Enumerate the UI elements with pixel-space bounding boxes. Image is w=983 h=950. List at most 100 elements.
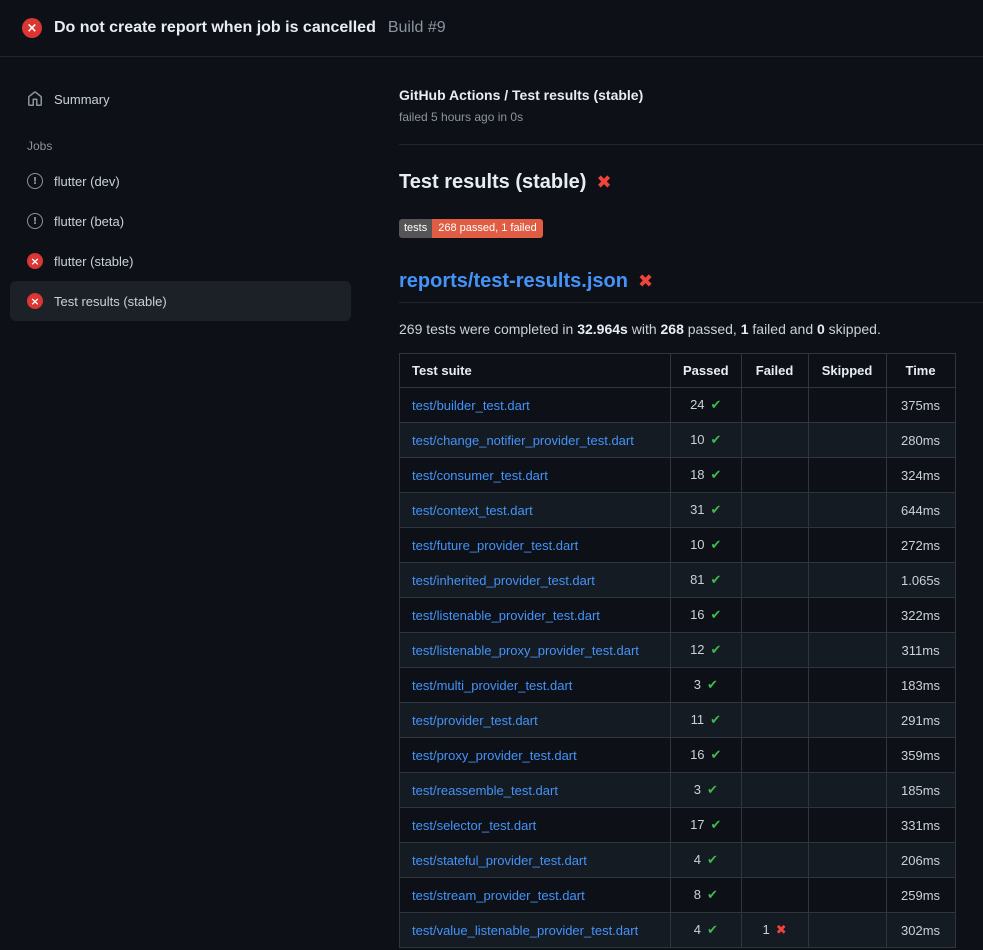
- passed-cell: 17✔: [671, 808, 742, 843]
- results-table-body: test/builder_test.dart 24✔ 375ms test/ch…: [400, 388, 956, 948]
- sidebar-item-job[interactable]: ! flutter (dev): [10, 161, 351, 201]
- x-circle-icon: ×: [22, 18, 42, 38]
- sidebar-item-job[interactable]: × Test results (stable): [10, 281, 351, 321]
- check-icon: ✔: [707, 923, 718, 938]
- time-cell: 322ms: [886, 598, 955, 633]
- test-suite-link[interactable]: test/selector_test.dart: [412, 818, 536, 833]
- passed-cell: 12✔: [671, 633, 742, 668]
- table-row: test/change_notifier_provider_test.dart …: [400, 423, 956, 458]
- sidebar-jobs-list: ! flutter (dev) ! flutter (beta) × flutt…: [10, 161, 351, 321]
- table-header-row: Test suite Passed Failed Skipped Time: [400, 354, 956, 388]
- test-suite-link[interactable]: test/listenable_provider_test.dart: [412, 608, 600, 623]
- check-icon: ✔: [710, 713, 721, 728]
- skipped-cell: [808, 773, 886, 808]
- test-suite-link[interactable]: test/change_notifier_provider_test.dart: [412, 433, 634, 448]
- sidebar-summary-label: Summary: [54, 92, 110, 107]
- col-header-skipped: Skipped: [808, 354, 886, 388]
- count-value: 24: [690, 397, 704, 412]
- test-suite-link[interactable]: test/multi_provider_test.dart: [412, 678, 572, 693]
- time-cell: 331ms: [886, 808, 955, 843]
- report-heading: reports/test-results.json ✖: [399, 270, 983, 303]
- test-suite-link[interactable]: test/listenable_proxy_provider_test.dart: [412, 643, 639, 658]
- summary-duration: 32.964s: [577, 321, 628, 337]
- failed-cell: [741, 808, 808, 843]
- sidebar-item-job[interactable]: ! flutter (beta): [10, 201, 351, 241]
- failed-cell: 1✖: [741, 913, 808, 948]
- passed-cell: 3✔: [671, 773, 742, 808]
- time-cell: 185ms: [886, 773, 955, 808]
- check-icon: ✔: [711, 818, 722, 833]
- alert-circle-icon: !: [27, 173, 43, 189]
- count-value: 4: [694, 852, 701, 867]
- failed-cell: [741, 528, 808, 563]
- sidebar-item-summary[interactable]: Summary: [10, 79, 351, 119]
- report-file-link[interactable]: reports/test-results.json: [399, 270, 628, 293]
- count-value: 31: [690, 502, 704, 517]
- summary-text: with: [628, 321, 661, 337]
- table-row: test/stateful_provider_test.dart 4✔ 206m…: [400, 843, 956, 878]
- test-suite-link[interactable]: test/stateful_provider_test.dart: [412, 853, 587, 868]
- passed-cell: 18✔: [671, 458, 742, 493]
- check-icon: ✔: [711, 748, 722, 763]
- failed-cell: [741, 423, 808, 458]
- test-suite-link[interactable]: test/stream_provider_test.dart: [412, 888, 585, 903]
- time-cell: 291ms: [886, 703, 955, 738]
- check-icon: ✔: [711, 573, 722, 588]
- table-row: test/selector_test.dart 17✔ 331ms: [400, 808, 956, 843]
- count-value: 18: [690, 467, 704, 482]
- failed-cell: [741, 703, 808, 738]
- skipped-cell: [808, 913, 886, 948]
- x-circle-icon: ×: [27, 253, 43, 269]
- col-header-passed: Passed: [671, 354, 742, 388]
- test-suite-link[interactable]: test/reassemble_test.dart: [412, 783, 558, 798]
- check-icon: ✔: [711, 503, 722, 518]
- test-suite-link[interactable]: test/builder_test.dart: [412, 398, 530, 413]
- count-value: 10: [690, 537, 704, 552]
- col-header-failed: Failed: [741, 354, 808, 388]
- check-icon: ✔: [711, 643, 722, 658]
- home-icon: [27, 91, 43, 107]
- test-suite-link[interactable]: test/context_test.dart: [412, 503, 533, 518]
- time-cell: 280ms: [886, 423, 955, 458]
- passed-cell: 24✔: [671, 388, 742, 423]
- count-value: 4: [694, 922, 701, 937]
- count-value: 8: [694, 887, 701, 902]
- skipped-cell: [808, 703, 886, 738]
- main-content: GitHub Actions / Test results (stable) f…: [383, 57, 983, 948]
- summary-text: 269 tests were completed in: [399, 321, 577, 337]
- sidebar-item-job[interactable]: × flutter (stable): [10, 241, 351, 281]
- job-label: flutter (beta): [54, 214, 124, 229]
- table-row: test/future_provider_test.dart 10 ✔ 272ms: [400, 528, 956, 563]
- table-row: test/multi_provider_test.dart 3✔ 183ms: [400, 668, 956, 703]
- failed-cell: [741, 668, 808, 703]
- check-icon: ✔: [711, 538, 722, 553]
- test-suite-link[interactable]: test/inherited_provider_test.dart: [412, 573, 595, 588]
- test-suite-link[interactable]: test/proxy_provider_test.dart: [412, 748, 577, 763]
- time-cell: 259ms: [886, 878, 955, 913]
- check-icon: ✔: [711, 608, 722, 623]
- test-suite-link[interactable]: test/future_provider_test.dart: [412, 538, 578, 553]
- failed-cell: [741, 388, 808, 423]
- count-value: 3: [694, 677, 701, 692]
- skipped-cell: [808, 633, 886, 668]
- table-row: test/listenable_provider_test.dart 16✔ 3…: [400, 598, 956, 633]
- table-row: test/stream_provider_test.dart 8✔ 259ms: [400, 878, 956, 913]
- test-suite-link[interactable]: test/consumer_test.dart: [412, 468, 548, 483]
- time-cell: 206ms: [886, 843, 955, 878]
- tests-badge-label: tests: [399, 219, 432, 238]
- summary-passed-count: 268: [661, 321, 684, 337]
- job-label: flutter (stable): [54, 254, 133, 269]
- time-cell: 1.065s: [886, 563, 955, 598]
- failed-cell: [741, 773, 808, 808]
- time-cell: 272ms: [886, 528, 955, 563]
- job-label: flutter (dev): [54, 174, 120, 189]
- failed-cell: [741, 493, 808, 528]
- table-row: test/reassemble_test.dart 3✔ 185ms: [400, 773, 956, 808]
- run-status: failed 5 hours ago in 0s: [399, 110, 983, 124]
- time-cell: 183ms: [886, 668, 955, 703]
- time-cell: 359ms: [886, 738, 955, 773]
- table-row: test/consumer_test.dart 18✔ 324ms: [400, 458, 956, 493]
- summary-skipped-count: 0: [817, 321, 825, 337]
- test-suite-link[interactable]: test/provider_test.dart: [412, 713, 538, 728]
- test-suite-link[interactable]: test/value_listenable_provider_test.dart: [412, 923, 638, 938]
